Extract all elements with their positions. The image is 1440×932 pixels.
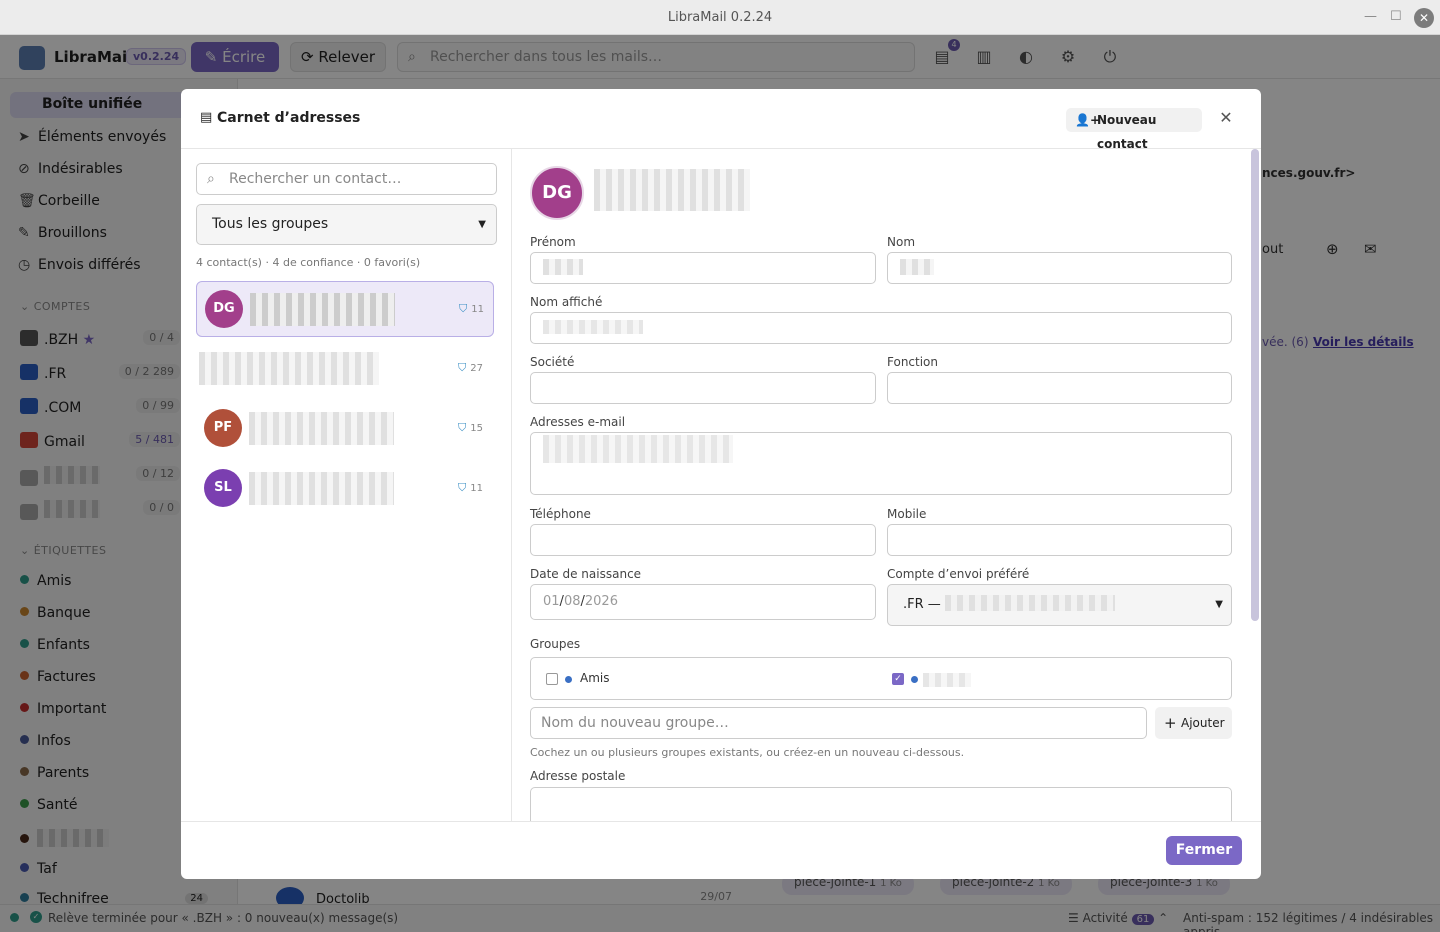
group-filter-value: Tous les groupes xyxy=(212,216,329,232)
trust-badge: ⛉ 15 xyxy=(458,421,483,435)
redacted-contact-name xyxy=(250,293,395,326)
minimize-button[interactable]: — xyxy=(1364,9,1377,24)
first-name-label: Prénom xyxy=(530,235,576,249)
window-close-button[interactable]: ✕ xyxy=(1414,8,1434,28)
shield-icon: ⛉ xyxy=(458,421,467,434)
redacted-value xyxy=(543,435,733,463)
last-name-input[interactable] xyxy=(887,252,1232,284)
birth-year: 2026 xyxy=(584,594,618,609)
display-name-label: Nom affiché xyxy=(530,295,603,309)
contact-stats: 4 contact(s) · 4 de confiance · 0 favori… xyxy=(196,256,421,269)
display-name-input[interactable] xyxy=(530,312,1232,344)
first-name-input[interactable] xyxy=(530,252,876,284)
birthdate-input[interactable]: 01/08/2026 xyxy=(530,584,876,620)
groups-label: Groupes xyxy=(530,637,581,651)
group-filter-select[interactable]: Tous les groupes ▼ xyxy=(196,204,497,245)
contact-avatar: PF xyxy=(204,409,242,447)
trust-badge: ⛉ 27 xyxy=(458,361,483,375)
trust-count: 15 xyxy=(470,423,483,434)
trust-count: 11 xyxy=(470,483,483,494)
mobile-input[interactable] xyxy=(887,524,1232,556)
contact-list-item[interactable]: ⛉ 27 xyxy=(196,341,494,397)
last-name-label: Nom xyxy=(887,235,916,249)
birth-month: 08 xyxy=(563,594,581,609)
form-scrollbar[interactable] xyxy=(1251,149,1259,621)
shield-icon: ⛉ xyxy=(458,361,467,374)
contact-search-placeholder: Rechercher un contact… xyxy=(229,171,402,187)
group-dot xyxy=(911,676,918,683)
phone-label: Téléphone xyxy=(530,507,591,521)
address-label: Adresse postale xyxy=(530,769,626,783)
trust-badge: ⛉ 11 xyxy=(458,481,483,495)
window-title: LibraMail 0.2.24 xyxy=(667,10,773,25)
groups-box: Amis ✓ xyxy=(530,657,1232,700)
send-account-select[interactable]: .FR — ▼ xyxy=(887,584,1232,626)
dialog-header: ▤ Carnet d’adresses 👤+ Nouveau contact ✕ xyxy=(181,89,1261,151)
trust-count: 27 xyxy=(470,363,483,374)
group-label-amis: Amis xyxy=(580,671,610,685)
redacted-value xyxy=(543,259,583,275)
dialog-close-icon[interactable]: ✕ xyxy=(1219,108,1233,127)
mobile-label: Mobile xyxy=(887,507,927,521)
address-book-dialog: ▤ Carnet d’adresses 👤+ Nouveau contact ✕… xyxy=(181,89,1261,879)
contact-avatar: DG xyxy=(205,290,243,328)
redacted-value xyxy=(944,595,1115,611)
contact-form: DG Prénom Nom Nom affiché Société Foncti… xyxy=(512,149,1261,821)
trust-count: 11 xyxy=(471,304,484,315)
contact-list-item[interactable]: SL ⛉ 11 xyxy=(196,461,494,517)
shield-icon: ⛉ xyxy=(459,302,468,315)
window-titlebar: LibraMail 0.2.24 — ☐ ✕ xyxy=(0,0,1440,35)
contact-avatar: SL xyxy=(204,469,242,507)
phone-input[interactable] xyxy=(530,524,876,556)
shield-icon: ⛉ xyxy=(458,481,467,494)
add-group-button[interactable]: + Ajouter xyxy=(1155,707,1232,739)
redacted-contact-name xyxy=(199,352,379,385)
new-group-input[interactable]: Nom du nouveau groupe… xyxy=(530,707,1147,739)
contact-list-item[interactable]: DG ⛉ 11 xyxy=(196,281,494,337)
birthdate-label: Date de naissance xyxy=(530,567,642,581)
redacted-contact-header xyxy=(594,169,750,211)
company-input[interactable] xyxy=(530,372,876,404)
company-label: Société xyxy=(530,355,575,369)
contact-list-pane: ⌕ Rechercher un contact… Tous les groupe… xyxy=(181,149,512,821)
send-account-value: .FR — xyxy=(903,597,941,612)
new-contact-label: Nouveau contact xyxy=(1097,113,1157,151)
group-dot xyxy=(565,676,572,683)
search-icon: ⌕ xyxy=(207,171,215,187)
new-contact-button[interactable]: 👤+ Nouveau contact xyxy=(1066,108,1202,151)
redacted-contact-name xyxy=(249,412,394,445)
contact-search-input[interactable]: ⌕ Rechercher un contact… xyxy=(196,163,497,195)
emails-label: Adresses e-mail xyxy=(530,415,626,429)
chevron-down-icon: ▼ xyxy=(1215,599,1223,610)
contact-avatar-large: DG xyxy=(530,166,584,220)
add-group-label: Ajouter xyxy=(1181,716,1225,730)
redacted-value xyxy=(543,320,643,334)
redacted-value xyxy=(900,259,934,275)
dialog-title: Carnet d’adresses xyxy=(217,110,361,126)
groups-help-text: Cochez un ou plusieurs groupes existants… xyxy=(530,746,965,759)
contact-list-item[interactable]: PF ⛉ 15 xyxy=(196,401,494,457)
group-checkbox-2[interactable]: ✓ xyxy=(892,673,904,685)
group-checkbox-amis[interactable] xyxy=(546,673,558,685)
plus-icon: + xyxy=(1164,714,1177,732)
job-title-input[interactable] xyxy=(887,372,1232,404)
redacted-group-name xyxy=(923,673,971,687)
job-title-label: Fonction xyxy=(887,355,939,369)
emails-textarea[interactable] xyxy=(530,432,1232,495)
address-textarea[interactable] xyxy=(530,787,1232,821)
chevron-down-icon: ▼ xyxy=(478,219,486,230)
birth-day: 01 xyxy=(543,594,560,609)
redacted-contact-name xyxy=(249,472,394,505)
address-book-icon: ▤ xyxy=(200,110,213,125)
send-account-label: Compte d’envoi préféré xyxy=(887,567,1030,581)
add-user-icon: 👤+ xyxy=(1075,113,1100,127)
close-button[interactable]: Fermer xyxy=(1166,836,1242,865)
dialog-footer: Fermer xyxy=(181,821,1261,879)
new-group-placeholder: Nom du nouveau groupe… xyxy=(541,715,729,731)
maximize-button[interactable]: ☐ xyxy=(1390,9,1402,24)
trust-badge: ⛉ 11 xyxy=(459,302,484,316)
